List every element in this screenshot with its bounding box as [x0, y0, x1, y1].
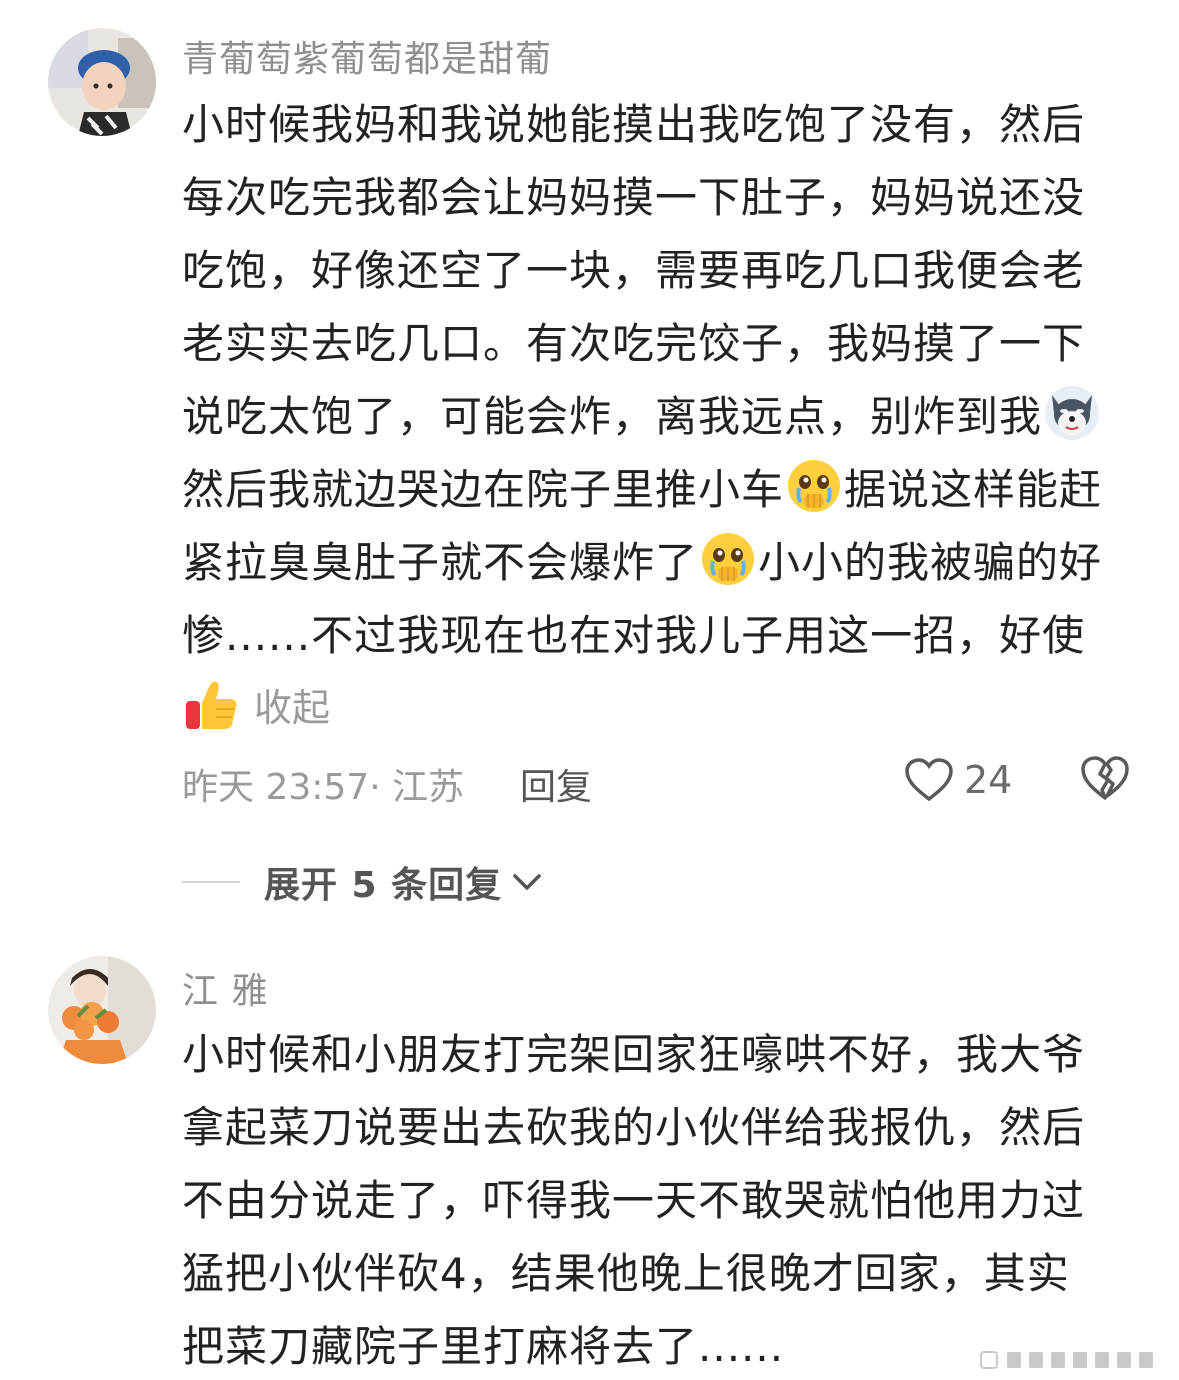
comment-username[interactable]: 青葡萄紫葡萄都是甜葡 — [182, 30, 552, 82]
crying-face-icon — [788, 460, 841, 512]
comment-meta: 昨天 23:57· 江苏 回复 24 — [182, 752, 1132, 808]
comment-line: 小时候我妈和我说她能摸出我吃饱了没有，然后 — [182, 100, 1086, 149]
comment-timestamp: 昨天 23:57· 江苏 — [182, 767, 465, 808]
dislike-button[interactable] — [1080, 754, 1130, 811]
comment-line: 小时候和小朋友打完架回家狂嚎哄不好，我大爷 — [182, 1030, 1086, 1079]
comment-line-with-emoji: 紧拉臭臭肚子就不会爆炸了 小小的我被骗的好 — [182, 526, 1142, 599]
comment-text: 小小的我被骗的好 — [758, 538, 1103, 587]
collapse-label[interactable]: 收起 — [254, 677, 330, 732]
expand-replies-label[interactable]: 展开 5 条回复 — [264, 856, 502, 908]
comment-body: 小时候我妈和我说她能摸出我吃饱了没有，然后 每次吃完我都会让妈妈摸一下肚子，妈妈… — [182, 88, 1142, 672]
comment-line: 不由分说走了，吓得我一天不敢哭就怕他用力过 — [182, 1176, 1086, 1225]
comment-text: 据说这样能赶 — [844, 465, 1103, 514]
doge-icon — [1045, 386, 1100, 440]
comment-line: 猛把小伙伴砍4，结果他晚上很晚才回家，其实 — [182, 1249, 1070, 1298]
comment-line: 每次吃完我都会让妈妈摸一下肚子，妈妈说还没 — [182, 173, 1086, 222]
comment-username[interactable]: 江 雅 — [182, 962, 268, 1014]
collapse-row[interactable]: 收起 — [182, 672, 330, 736]
comment-line: 拿起菜刀说要出去砍我的小伙伴给我报仇，然后 — [182, 1103, 1086, 1152]
avatar[interactable] — [48, 28, 156, 136]
heart-icon — [905, 758, 953, 802]
thumbs-up-icon — [186, 681, 237, 729]
watermark-logo — [980, 1351, 1153, 1369]
comment-text: 然后我就边哭边在院子里推小车 — [182, 465, 785, 514]
comment-line-with-emoji: 说吃太饱了，可能会炸，离我远点，别炸到我 — [182, 380, 1142, 453]
chevron-down-icon — [513, 874, 541, 890]
comment-line: 老实实去吃几口。有次吃完饺子，我妈摸了一下 — [182, 319, 1086, 368]
expand-replies-button[interactable]: 展开 5 条回复 — [182, 852, 544, 912]
like-button[interactable]: 24 — [904, 752, 1012, 808]
comment-line-with-emoji: 然后我就边哭边在院子里推小车 据说这样能赶 — [182, 453, 1142, 526]
reply-button[interactable]: 回复 — [520, 758, 592, 810]
like-count: 24 — [964, 758, 1013, 802]
comment-body: 小时候和小朋友打完架回家狂嚎哄不好，我大爷 拿起菜刀说要出去砍我的小伙伴给我报仇… — [182, 1018, 1142, 1380]
crying-face-icon — [702, 533, 755, 585]
comment-text: 紧拉臭臭肚子就不会爆炸了 — [182, 538, 699, 587]
comment-text: 说吃太饱了，可能会炸，离我远点，别炸到我 — [182, 392, 1043, 441]
avatar[interactable] — [48, 956, 156, 1064]
comment-line: 吃饱，好像还空了一块，需要再吃几口我便会老 — [182, 246, 1086, 295]
broken-heart-icon — [1081, 756, 1129, 800]
divider — [182, 881, 240, 883]
comment-line: 惨......不过我现在也在对我儿子用这一招，好使 — [182, 611, 1086, 660]
